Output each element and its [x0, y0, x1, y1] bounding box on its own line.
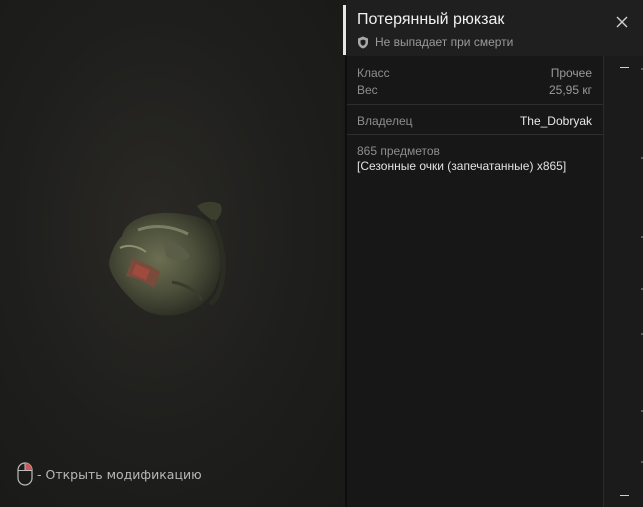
weight-value: 25,95 кг	[549, 83, 592, 97]
divider	[347, 134, 603, 135]
close-icon[interactable]	[613, 13, 631, 31]
owner-value: The_Dobryak	[519, 114, 592, 128]
scrollbar-bottom-cap	[620, 495, 629, 496]
class-value: Прочее	[550, 66, 592, 80]
class-label: Класс	[357, 66, 390, 80]
item-details: Класс Прочее Вес 25,95 кг Владелец The_D…	[347, 56, 603, 507]
owner-label: Владелец	[357, 114, 413, 128]
item-title: Потерянный рюкзак	[357, 11, 505, 28]
mouse-left-click-icon	[17, 462, 33, 486]
shield-icon	[358, 36, 368, 48]
contents-count: 865 предметов	[357, 144, 440, 158]
open-modification-hint: - Открыть модификацию	[17, 462, 202, 486]
open-modification-hint-text: - Открыть модификацию	[37, 466, 202, 482]
weight-label: Вес	[357, 83, 378, 97]
class-row: Класс Прочее	[357, 66, 592, 80]
backpack-model-image	[109, 201, 226, 316]
item-tag: Не выпадает при смерти	[357, 35, 513, 49]
item-header: Потерянный рюкзак Не выпадает при смерти	[347, 0, 643, 56]
scrollbar-top-cap	[620, 67, 629, 68]
contents-item: [Сезонные очки (запечатанные) x865]	[357, 159, 567, 173]
item-tag-text: Не выпадает при смерти	[375, 35, 514, 49]
weight-row: Вес 25,95 кг	[357, 83, 592, 97]
item-info-panel: Потерянный рюкзак Не выпадает при смерти…	[347, 0, 643, 507]
item-inspect-window: - Открыть модификацию Потерянный рюкзак …	[0, 0, 643, 507]
title-accent-bar	[343, 5, 346, 55]
divider	[347, 104, 603, 105]
item-preview-viewport[interactable]: - Открыть модификацию	[0, 0, 343, 507]
owner-row: Владелец The_Dobryak	[357, 114, 592, 128]
scrollbar[interactable]	[603, 56, 643, 507]
